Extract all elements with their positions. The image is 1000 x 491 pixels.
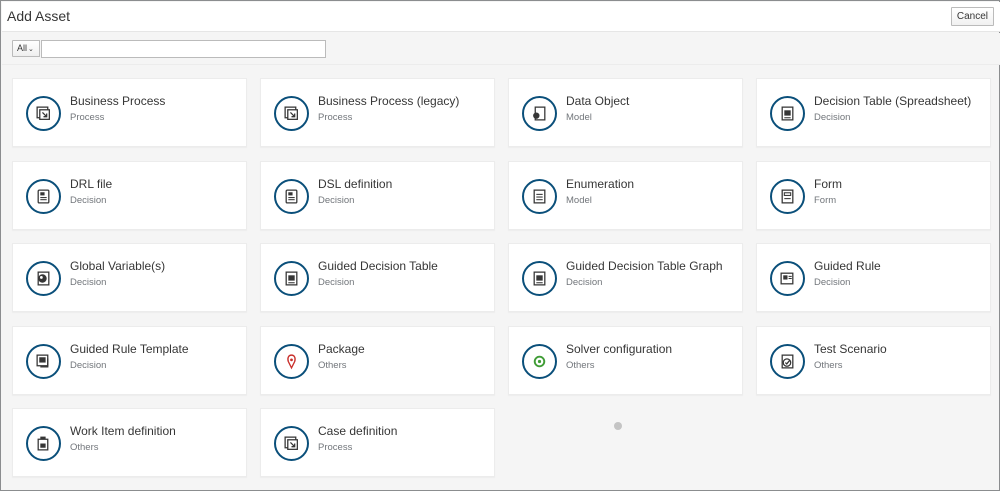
chevron-down-icon: ⌄ [28, 46, 34, 53]
asset-name: Business Process (legacy) [318, 94, 460, 108]
asset-card-package[interactable]: Package Others [260, 326, 495, 395]
asset-name: Guided Rule Template [70, 342, 189, 356]
category-filter-dropdown[interactable]: All⌄ [12, 40, 40, 57]
asset-category: Model [566, 195, 592, 206]
asset-name: Package [318, 342, 365, 356]
asset-card-guided-decision-table[interactable]: Guided Decision Table Decision [260, 243, 495, 312]
asset-category: Model [566, 112, 592, 123]
asset-category: Decision [70, 277, 107, 288]
asset-card-business-process-legacy[interactable]: Business Process (legacy) Process [260, 78, 495, 147]
asset-category: Decision [318, 277, 355, 288]
asset-card-work-item-definition[interactable]: Work Item definition Others [12, 408, 247, 477]
document-icon [274, 179, 309, 214]
page-title: Add Asset [7, 8, 71, 24]
asset-card-data-object[interactable]: Data Object Model [508, 78, 743, 147]
asset-card-global-variable-s[interactable]: Global Variable(s) Decision [12, 243, 247, 312]
asset-category: Decision [318, 195, 355, 206]
asset-name: Solver configuration [566, 342, 673, 356]
asset-name: Work Item definition [70, 424, 176, 438]
asset-name: DSL definition [318, 177, 393, 191]
rule-template-icon [26, 344, 61, 379]
asset-card-case-definition[interactable]: Case definition Process [260, 408, 495, 477]
asset-name: DRL file [70, 177, 113, 191]
cancel-button[interactable]: Cancel [950, 7, 994, 26]
asset-card-guided-rule-template[interactable]: Guided Rule Template Decision [12, 326, 247, 395]
asset-category: Others [70, 442, 99, 453]
dialog-header: Add Asset Cancel [2, 2, 1000, 32]
asset-name: Global Variable(s) [70, 259, 166, 273]
asset-category: Process [70, 112, 105, 123]
search-input[interactable] [41, 40, 326, 58]
asset-name: Test Scenario [814, 342, 887, 356]
asset-card-solver-configuration[interactable]: Solver configuration Others [508, 326, 743, 395]
asset-category: Decision [70, 360, 107, 371]
document-icon [26, 179, 61, 214]
asset-category: Process [318, 442, 353, 453]
globe-icon [26, 261, 61, 296]
rule-icon [770, 261, 805, 296]
solver-icon [522, 344, 557, 379]
asset-card-guided-decision-table-graph[interactable]: Guided Decision Table Graph Decision [508, 243, 743, 312]
asset-card-enumeration[interactable]: Enumeration Model [508, 161, 743, 230]
asset-name: Business Process [70, 94, 166, 108]
work-item-icon [26, 426, 61, 461]
asset-name: Enumeration [566, 177, 635, 191]
table-icon [770, 96, 805, 131]
asset-card-test-scenario[interactable]: Test Scenario Others [756, 326, 991, 395]
asset-name: Data Object [566, 94, 630, 108]
test-scenario-icon [770, 344, 805, 379]
asset-card-drl-file[interactable]: DRL file Decision [12, 161, 247, 230]
asset-card-form[interactable]: Form Form [756, 161, 991, 230]
asset-name: Guided Decision Table [318, 259, 438, 273]
filter-toolbar: All⌄ [2, 33, 1000, 65]
process-icon [274, 426, 309, 461]
asset-category: Others [814, 360, 843, 371]
asset-card-dsl-definition[interactable]: DSL definition Decision [260, 161, 495, 230]
filter-label: All [17, 43, 28, 53]
add-asset-dialog: Add Asset Cancel All⌄ Business Process Pr… [0, 0, 1000, 491]
asset-name: Decision Table (Spreadsheet) [814, 94, 972, 108]
table-icon [274, 261, 309, 296]
asset-category: Decision [814, 277, 851, 288]
form-icon [770, 179, 805, 214]
table-icon [522, 261, 557, 296]
list-icon [522, 179, 557, 214]
asset-category: Others [566, 360, 595, 371]
loading-indicator-icon [614, 422, 622, 430]
asset-name: Guided Decision Table Graph [566, 259, 723, 273]
package-icon [274, 344, 309, 379]
asset-category: Form [814, 195, 837, 206]
process-icon [274, 96, 309, 131]
data-object-icon [522, 96, 557, 131]
asset-category: Decision [70, 195, 107, 206]
asset-category: Decision [814, 112, 851, 123]
asset-category: Decision [566, 277, 603, 288]
asset-category: Process [318, 112, 353, 123]
asset-card-decision-table-spreadsheet[interactable]: Decision Table (Spreadsheet) Decision [756, 78, 991, 147]
asset-card-guided-rule[interactable]: Guided Rule Decision [756, 243, 991, 312]
asset-name: Form [814, 177, 842, 191]
asset-category: Others [318, 360, 347, 371]
asset-name: Case definition [318, 424, 398, 438]
process-icon [26, 96, 61, 131]
asset-card-business-process[interactable]: Business Process Process [12, 78, 247, 147]
asset-name: Guided Rule [814, 259, 881, 273]
